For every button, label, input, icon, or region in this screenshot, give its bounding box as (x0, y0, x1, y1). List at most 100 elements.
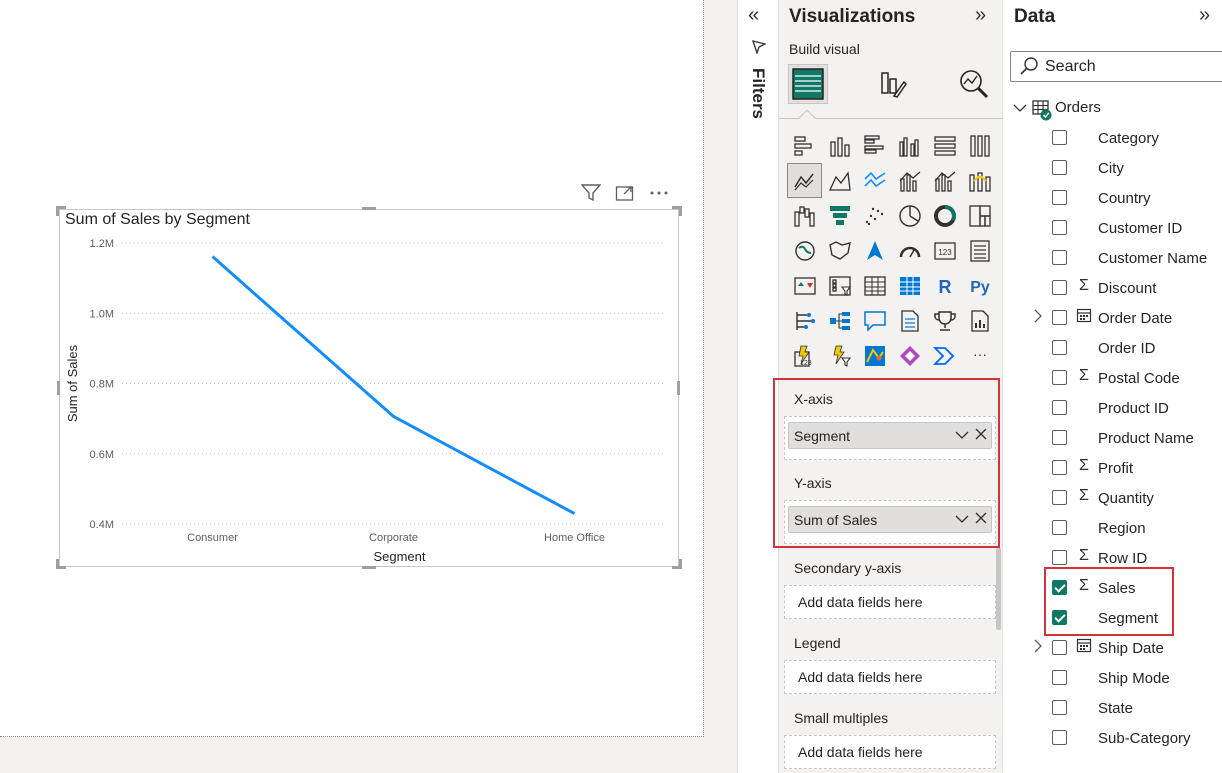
field-checkbox[interactable] (1052, 280, 1067, 295)
field-row-product-name[interactable]: Product Name (1003, 423, 1222, 453)
remove-field-icon[interactable] (975, 511, 987, 528)
field-row-ship-mode[interactable]: Ship Mode (1003, 663, 1222, 693)
filter-icon[interactable] (580, 182, 602, 204)
viz-stacked-area-chart[interactable] (857, 163, 892, 198)
field-checkbox[interactable] (1052, 460, 1067, 475)
viz-100-stacked-column-chart[interactable] (962, 128, 997, 163)
field-checkbox[interactable] (1052, 550, 1067, 565)
viz-clustered-column-chart[interactable] (892, 128, 927, 163)
focus-mode-icon[interactable] (614, 182, 636, 204)
viz-arcgis-map[interactable] (857, 338, 892, 373)
legend-well[interactable]: Add data fields here (784, 660, 996, 694)
field-row-city[interactable]: City (1003, 153, 1222, 183)
viz-key-influencers[interactable] (787, 303, 822, 338)
field-checkbox[interactable] (1052, 190, 1067, 205)
field-checkbox[interactable] (1052, 220, 1067, 235)
resize-handle[interactable] (679, 206, 682, 216)
remove-field-icon[interactable] (975, 427, 987, 444)
field-row-quantity[interactable]: Σ Quantity (1003, 483, 1222, 513)
field-checkbox[interactable] (1052, 430, 1067, 445)
field-row-customer-id[interactable]: Customer ID (1003, 213, 1222, 243)
viz-waterfall-chart[interactable] (787, 198, 822, 233)
viz-gauge[interactable] (892, 233, 927, 268)
viz-paginated-report[interactable] (962, 303, 997, 338)
chevron-right-icon[interactable] (1033, 308, 1043, 327)
y-axis-field-pill[interactable]: Sum of Sales (788, 506, 992, 533)
filters-pane-collapsed[interactable]: « Filters (737, 0, 778, 773)
resize-handle[interactable] (362, 207, 376, 210)
viz-more-visuals[interactable]: ··· (962, 338, 997, 373)
viz-python-visual[interactable]: Py (962, 268, 997, 303)
field-checkbox[interactable] (1052, 400, 1067, 415)
viz-get-more-visuals[interactable] (892, 338, 927, 373)
resize-handle[interactable] (679, 559, 682, 569)
field-row-discount[interactable]: Σ Discount (1003, 273, 1222, 303)
field-checkbox[interactable] (1052, 640, 1067, 655)
viz-card[interactable]: 123 (927, 233, 962, 268)
viz-clustered-bar-chart[interactable] (857, 128, 892, 163)
viz-power-automate[interactable] (822, 338, 857, 373)
field-checkbox[interactable] (1052, 370, 1067, 385)
resize-handle[interactable] (677, 381, 680, 395)
field-row-order-id[interactable]: Order ID (1003, 333, 1222, 363)
viz-azure-map[interactable] (857, 233, 892, 268)
viz-area-chart[interactable] (822, 163, 857, 198)
resize-handle[interactable] (56, 206, 59, 216)
field-row-ship-date[interactable]: Ship Date (1003, 633, 1222, 663)
field-row-profit[interactable]: Σ Profit (1003, 453, 1222, 483)
viz-kpi[interactable] (787, 268, 822, 303)
field-row-postal-code[interactable]: Σ Postal Code (1003, 363, 1222, 393)
chevron-right-icon[interactable] (1033, 638, 1043, 657)
build-visual-tab[interactable] (788, 64, 828, 104)
small-multiples-well[interactable]: Add data fields here (784, 735, 996, 769)
expand-right-icon[interactable]: » (1199, 4, 1210, 27)
chevron-down-icon[interactable] (955, 509, 969, 532)
field-row-product-id[interactable]: Product ID (1003, 393, 1222, 423)
field-checkbox[interactable] (1052, 700, 1067, 715)
field-row-country[interactable]: Country (1003, 183, 1222, 213)
scrollbar[interactable] (996, 548, 1001, 630)
viz-metrics[interactable] (927, 303, 962, 338)
table-orders[interactable]: Orders (1013, 98, 1218, 121)
field-checkbox[interactable] (1052, 670, 1067, 685)
expand-right-icon[interactable]: » (975, 4, 986, 27)
viz-r-script-visual[interactable]: R (927, 268, 962, 303)
viz-funnel-chart[interactable] (822, 198, 857, 233)
resize-handle[interactable] (57, 381, 60, 395)
viz-ribbon-chart[interactable] (962, 163, 997, 198)
viz-map[interactable] (787, 233, 822, 268)
resize-handle[interactable] (56, 559, 59, 569)
viz-filled-map[interactable] (822, 233, 857, 268)
more-options-icon[interactable] (648, 182, 670, 204)
filters-label[interactable]: Filters (748, 68, 768, 119)
viz-stacked-bar-chart[interactable] (787, 128, 822, 163)
viz-treemap[interactable] (962, 198, 997, 233)
viz-scatter-chart[interactable] (857, 198, 892, 233)
viz-slicer[interactable] (822, 268, 857, 303)
viz-power-automate-alt[interactable] (927, 338, 962, 373)
viz-pie-chart[interactable] (892, 198, 927, 233)
viz-line-and-stacked-column-chart[interactable] (892, 163, 927, 198)
viz-line-and-clustered-column-chart[interactable] (927, 163, 962, 198)
viz-100-stacked-bar-chart[interactable] (927, 128, 962, 163)
field-row-region[interactable]: Region (1003, 513, 1222, 543)
field-checkbox[interactable] (1052, 490, 1067, 505)
field-row-customer-name[interactable]: Customer Name (1003, 243, 1222, 273)
field-checkbox[interactable] (1052, 310, 1067, 325)
series-line[interactable] (211, 255, 576, 515)
field-checkbox[interactable] (1052, 130, 1067, 145)
viz-decomposition-tree[interactable] (822, 303, 857, 338)
viz-multi-row-card[interactable] (962, 233, 997, 268)
viz-stacked-column-chart[interactable] (822, 128, 857, 163)
field-row-order-date[interactable]: Order Date (1003, 303, 1222, 333)
viz-table[interactable] (857, 268, 892, 303)
field-row-category[interactable]: Category (1003, 123, 1222, 153)
field-checkbox[interactable] (1052, 160, 1067, 175)
report-page[interactable]: 0.4M 0.6M 0.8M 1.0M 1.2M Consumer Corporate Hom… (0, 0, 704, 737)
field-row-state[interactable]: State (1003, 693, 1222, 723)
search-input[interactable]: Search (1010, 51, 1222, 82)
analytics-tab[interactable] (954, 64, 994, 104)
viz-line-chart[interactable] (787, 163, 822, 198)
format-visual-tab[interactable] (872, 64, 912, 104)
secondary-y-axis-well[interactable]: Add data fields here (784, 585, 996, 619)
